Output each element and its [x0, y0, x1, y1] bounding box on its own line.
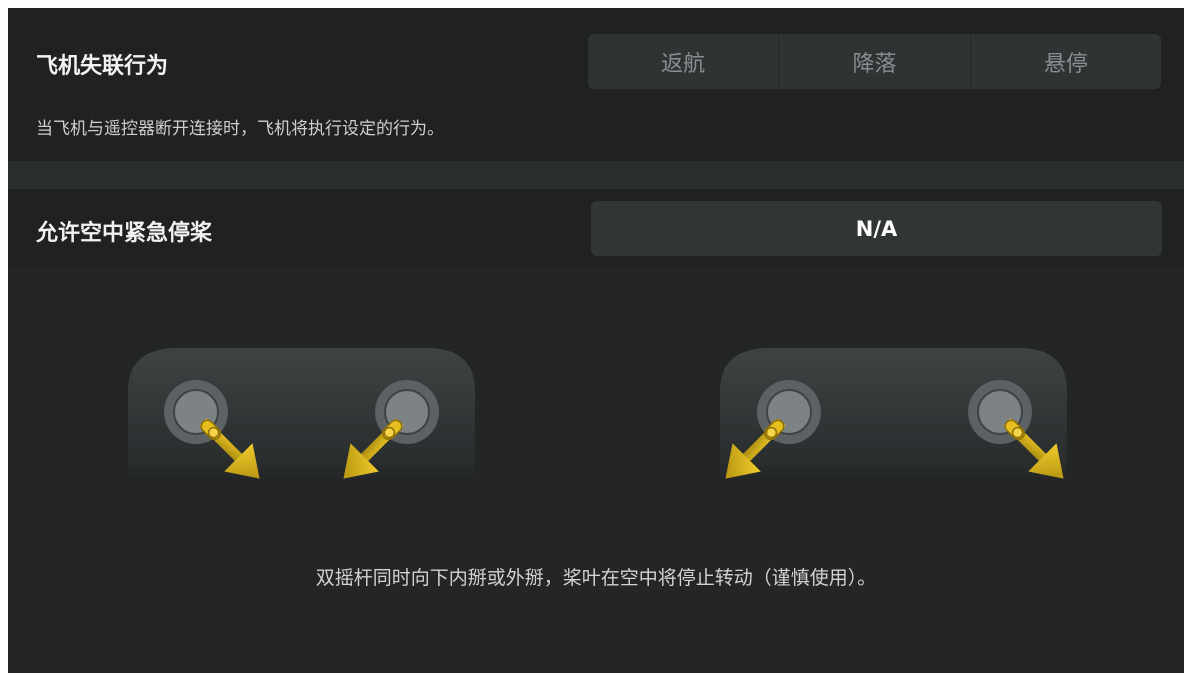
emergency-stop-illustration: 双摇杆同时向下内掰或外掰，桨叶在空中将停止转动（谨慎使用）。 [8, 266, 1184, 673]
emergency-stop-value[interactable]: N/A [591, 201, 1162, 256]
controller-sticks-inward-icon [128, 348, 475, 481]
section-divider [8, 161, 1184, 189]
failsafe-title: 飞机失联行为 [36, 54, 169, 79]
failsafe-section: 飞机失联行为 返航 降落 悬停 当飞机与遥控器断开连接时，飞机将执行设定的行为。 [8, 8, 1184, 161]
option-return-home[interactable]: 返航 [588, 34, 780, 89]
emergency-stop-section: 允许空中紧急停桨 N/A [8, 189, 1184, 266]
failsafe-segmented-control: 返航 降落 悬停 [588, 34, 1161, 89]
controller-sticks-outward-icon [720, 348, 1067, 481]
option-land[interactable]: 降落 [779, 34, 971, 89]
settings-screen: 飞机失联行为 返航 降落 悬停 当飞机与遥控器断开连接时，飞机将执行设定的行为。… [8, 8, 1184, 673]
emergency-stop-title: 允许空中紧急停桨 [36, 221, 213, 246]
emergency-stop-instruction: 双摇杆同时向下内掰或外掰，桨叶在空中将停止转动（谨慎使用）。 [315, 567, 877, 589]
failsafe-description: 当飞机与遥控器断开连接时，飞机将执行设定的行为。 [36, 119, 444, 139]
option-hover[interactable]: 悬停 [971, 34, 1161, 89]
